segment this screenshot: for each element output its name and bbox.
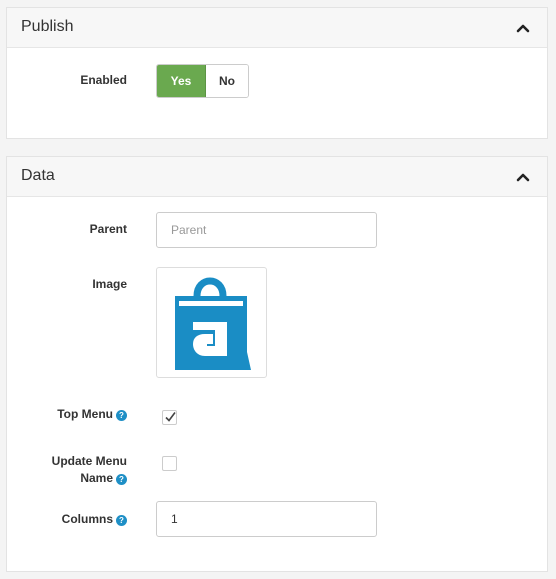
data-panel-header[interactable]: Data: [7, 157, 547, 197]
top-menu-checkbox[interactable]: [162, 410, 177, 425]
checkmark-icon: [165, 412, 176, 422]
enabled-yes-button[interactable]: Yes: [157, 65, 206, 97]
enabled-no-button[interactable]: No: [206, 65, 248, 97]
help-icon[interactable]: ?: [116, 515, 127, 526]
columns-label: Columns?: [0, 512, 127, 526]
parent-input[interactable]: [156, 212, 377, 248]
top-menu-label: Top Menu?: [0, 407, 127, 421]
top-menu-label-text: Top Menu: [57, 407, 113, 421]
publish-panel-header[interactable]: Publish: [7, 8, 547, 48]
image-thumbnail[interactable]: [156, 267, 267, 378]
publish-panel: Publish Enabled Yes No: [6, 7, 548, 139]
help-icon[interactable]: ?: [116, 410, 127, 421]
image-label: Image: [92, 277, 127, 291]
chevron-up-icon[interactable]: [515, 169, 531, 185]
help-icon[interactable]: ?: [116, 474, 127, 485]
parent-label: Parent: [89, 222, 127, 236]
enabled-label: Enabled: [80, 73, 127, 87]
data-panel: Data Parent Image Top Menu? Update Menu …: [6, 156, 548, 572]
data-panel-title: Data: [21, 167, 55, 184]
update-menu-name-checkbox[interactable]: [162, 456, 177, 471]
update-menu-name-label: Update Menu Name?: [0, 453, 127, 487]
update-menu-name-label-line2: Name: [80, 471, 113, 485]
columns-label-text: Columns: [61, 512, 113, 526]
update-menu-name-label-line1: Update Menu: [51, 454, 127, 468]
columns-input[interactable]: [156, 501, 377, 537]
publish-panel-title: Publish: [21, 18, 74, 35]
enabled-toggle[interactable]: Yes No: [156, 64, 249, 98]
shopping-bag-logo-icon: [175, 277, 251, 370]
chevron-up-icon[interactable]: [515, 20, 531, 36]
